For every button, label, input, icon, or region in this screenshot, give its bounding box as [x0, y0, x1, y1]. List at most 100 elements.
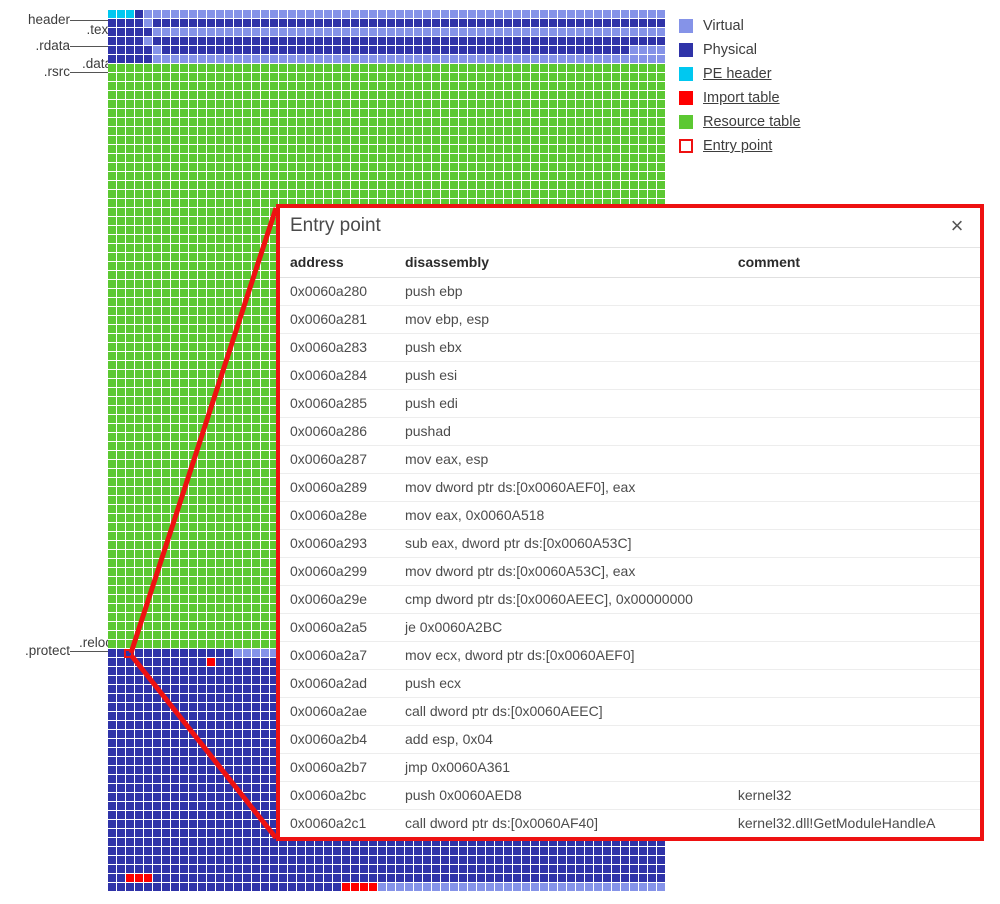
byte-map-cell[interactable] [162, 676, 171, 685]
byte-map-cell[interactable] [630, 55, 639, 64]
byte-map-cell[interactable] [648, 190, 657, 199]
byte-map-cell[interactable] [198, 109, 207, 118]
byte-map-cell[interactable] [171, 622, 180, 631]
byte-map-cell[interactable] [414, 145, 423, 154]
byte-map-cell[interactable] [243, 208, 252, 217]
byte-map-cell[interactable] [630, 172, 639, 181]
byte-map-cell[interactable] [135, 262, 144, 271]
byte-map-cell[interactable] [657, 64, 666, 73]
byte-map-cell[interactable] [189, 514, 198, 523]
byte-map-cell[interactable] [234, 703, 243, 712]
byte-map-cell[interactable] [135, 334, 144, 343]
byte-map-cell[interactable] [261, 442, 270, 451]
byte-map-cell[interactable] [135, 586, 144, 595]
byte-map-cell[interactable] [144, 505, 153, 514]
byte-map-cell[interactable] [225, 622, 234, 631]
byte-map-cell[interactable] [144, 343, 153, 352]
byte-map-cell[interactable] [252, 685, 261, 694]
byte-map-cell[interactable] [207, 388, 216, 397]
byte-map-cell[interactable] [243, 559, 252, 568]
byte-map-cell[interactable] [603, 82, 612, 91]
byte-map-cell[interactable] [594, 10, 603, 19]
byte-map-cell[interactable] [558, 109, 567, 118]
byte-map-cell[interactable] [477, 118, 486, 127]
byte-map-cell[interactable] [234, 379, 243, 388]
byte-map-cell[interactable] [117, 262, 126, 271]
byte-map-cell[interactable] [216, 577, 225, 586]
byte-map-cell[interactable] [621, 190, 630, 199]
byte-map-cell[interactable] [252, 244, 261, 253]
byte-map-cell[interactable] [261, 379, 270, 388]
byte-map-cell[interactable] [243, 271, 252, 280]
byte-map-cell[interactable] [207, 343, 216, 352]
byte-map-cell[interactable] [216, 190, 225, 199]
byte-map-cell[interactable] [144, 253, 153, 262]
byte-map-cell[interactable] [576, 163, 585, 172]
byte-map-cell[interactable] [414, 55, 423, 64]
byte-map-cell[interactable] [126, 487, 135, 496]
byte-map-cell[interactable] [333, 181, 342, 190]
byte-map-cell[interactable] [495, 91, 504, 100]
byte-map-cell[interactable] [189, 379, 198, 388]
byte-map-cell[interactable] [225, 604, 234, 613]
byte-map-cell[interactable] [144, 694, 153, 703]
byte-map-cell[interactable] [144, 352, 153, 361]
byte-map-cell[interactable] [468, 127, 477, 136]
byte-map-cell[interactable] [225, 181, 234, 190]
byte-map-cell[interactable] [639, 127, 648, 136]
byte-map-cell[interactable] [261, 64, 270, 73]
byte-map-cell[interactable] [270, 109, 279, 118]
byte-map-cell[interactable] [252, 100, 261, 109]
byte-map-cell[interactable] [126, 280, 135, 289]
byte-map-cell[interactable] [396, 163, 405, 172]
byte-map-cell[interactable] [261, 406, 270, 415]
byte-map-cell[interactable] [603, 127, 612, 136]
byte-map-cell[interactable] [144, 541, 153, 550]
byte-map-cell[interactable] [207, 127, 216, 136]
byte-map-cell[interactable] [180, 46, 189, 55]
byte-map-cell[interactable] [135, 667, 144, 676]
byte-map-cell[interactable] [144, 19, 153, 28]
byte-map-cell[interactable] [396, 190, 405, 199]
byte-map-cell[interactable] [108, 190, 117, 199]
byte-map-cell[interactable] [351, 118, 360, 127]
byte-map-cell[interactable] [432, 91, 441, 100]
byte-map-cell[interactable] [243, 73, 252, 82]
byte-map-cell[interactable] [243, 442, 252, 451]
byte-map-cell[interactable] [522, 154, 531, 163]
byte-map-cell[interactable] [306, 10, 315, 19]
byte-map-cell[interactable] [171, 19, 180, 28]
byte-map-cell[interactable] [144, 109, 153, 118]
byte-map-cell[interactable] [243, 433, 252, 442]
byte-map-cell[interactable] [171, 127, 180, 136]
byte-map-cell[interactable] [603, 46, 612, 55]
byte-map-cell[interactable] [279, 55, 288, 64]
byte-map-cell[interactable] [342, 100, 351, 109]
byte-map-cell[interactable] [171, 361, 180, 370]
byte-map-cell[interactable] [162, 532, 171, 541]
byte-map-cell[interactable] [126, 496, 135, 505]
byte-map-cell[interactable] [270, 136, 279, 145]
byte-map-cell[interactable] [225, 397, 234, 406]
byte-map-cell[interactable] [180, 262, 189, 271]
byte-map-cell[interactable] [117, 280, 126, 289]
byte-map-cell[interactable] [180, 604, 189, 613]
byte-map-cell[interactable] [153, 370, 162, 379]
byte-map-cell[interactable] [225, 46, 234, 55]
byte-map-cell[interactable] [126, 595, 135, 604]
byte-map-cell[interactable] [306, 73, 315, 82]
byte-map-cell[interactable] [324, 127, 333, 136]
byte-map-cell[interactable] [603, 55, 612, 64]
byte-map-cell[interactable] [243, 298, 252, 307]
byte-map-cell[interactable] [153, 127, 162, 136]
byte-map-cell[interactable] [153, 523, 162, 532]
byte-map-cell[interactable] [153, 199, 162, 208]
byte-map-cell[interactable] [405, 73, 414, 82]
byte-map-cell[interactable] [387, 91, 396, 100]
byte-map-cell[interactable] [360, 73, 369, 82]
byte-map-cell[interactable] [117, 370, 126, 379]
byte-map-cell[interactable] [594, 82, 603, 91]
byte-map-cell[interactable] [198, 19, 207, 28]
byte-map-cell[interactable] [378, 136, 387, 145]
byte-map-cell[interactable] [144, 82, 153, 91]
